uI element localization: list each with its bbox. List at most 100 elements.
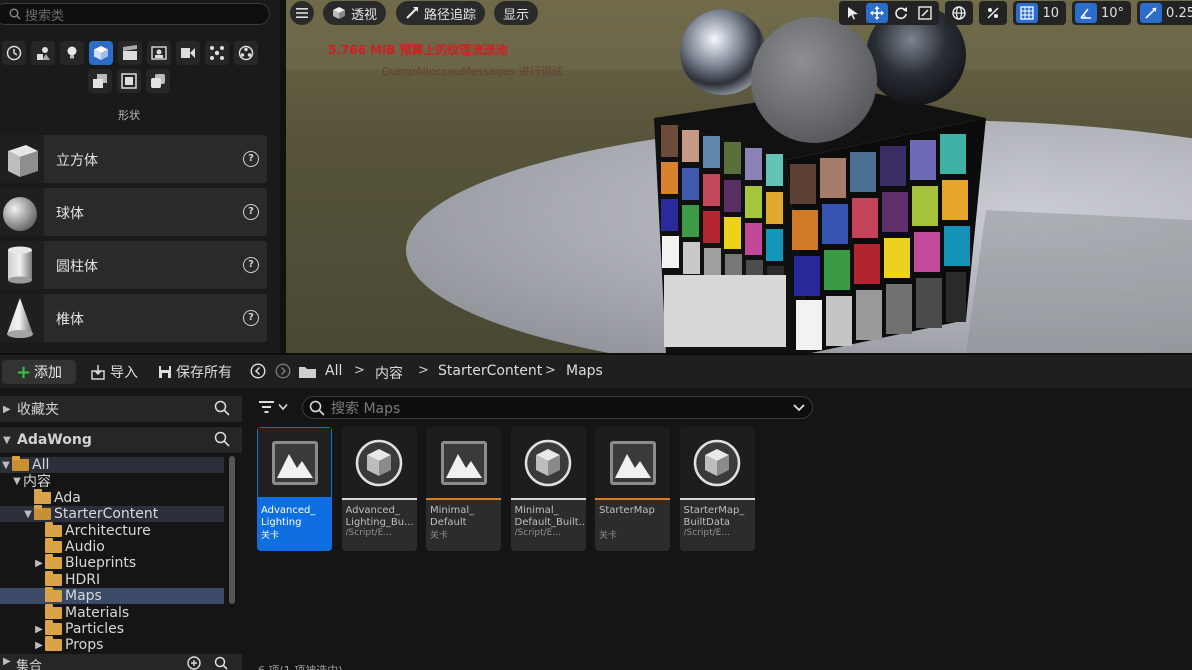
add-button[interactable]: + 添加 [2,360,76,384]
angle-snap-icon[interactable] [1075,3,1097,23]
box-icon[interactable] [88,69,112,93]
folder-open-icon [12,456,29,471]
breadcrumb-content[interactable]: 内容 [375,363,403,383]
help-icon[interactable]: ? [243,151,259,167]
cube-icon [333,7,345,19]
asset-tile-builtdata[interactable]: Advanced_ Lighting_Bu.../Script/E... [341,427,417,551]
help-icon[interactable]: ? [243,204,259,220]
tree-folder-props[interactable]: ▶ Props [0,636,224,653]
import-button[interactable]: 导入 [90,362,138,382]
asset-type-label: /Script/E... [514,528,561,538]
show-button[interactable]: 显示 [494,1,539,25]
volume-icon[interactable] [176,41,200,65]
chevron-right-icon[interactable]: ▶ [33,640,45,651]
scale-icon[interactable] [914,3,936,23]
search-icon[interactable] [214,431,230,447]
tree-scrollbar[interactable] [229,456,235,604]
chevron-down-icon[interactable]: ▼ [22,509,34,520]
place-actors-search-placeholder: 搜索类 [25,8,65,24]
basic-icon[interactable] [31,41,55,65]
level-map-icon [440,440,487,485]
scale-snap-icon[interactable] [1140,3,1163,23]
chevron-right-icon[interactable]: ▶ [33,558,45,569]
surface-snap-icon[interactable] [982,3,1004,23]
tree-folder-blueprints[interactable]: ▶ Blueprints [0,554,224,571]
visual-effects-icon[interactable] [147,41,171,65]
forward-arrow-icon [275,363,291,379]
brush-icon[interactable] [117,69,141,93]
shape-item-cone[interactable]: 椎体 ? [0,294,267,342]
shape-icon[interactable] [89,41,113,65]
favorites-header[interactable]: ▶ 收藏夹 [0,396,242,422]
asset-name: StarterMap [599,505,655,516]
breadcrumb-maps[interactable]: Maps [566,363,603,379]
tree-folder-architecture[interactable]: Architecture [0,521,224,539]
all-classes-icon[interactable] [205,41,229,65]
search-icon[interactable] [214,656,228,670]
project-label: AdaWong [17,432,92,448]
recent-icon[interactable] [2,41,26,65]
chevron-right-icon[interactable]: > [545,363,556,378]
cylinder-thumbnail [0,241,44,289]
perspective-button[interactable]: 透视 [323,1,387,25]
collections-header[interactable]: ▶ 集合 [0,654,242,670]
pathtracing-button[interactable]: 路径追踪 [396,1,486,25]
add-collection-icon[interactable] [187,656,201,670]
geometry-icon[interactable] [234,41,258,65]
light-icon[interactable] [60,41,84,65]
chevron-down-icon[interactable] [792,400,806,414]
asset-tile-level[interactable]: Minimal_ Default 关卡 [426,427,501,551]
filter-button[interactable] [259,400,288,414]
grid-snap-value[interactable]: 10 [1040,6,1063,21]
tree-folder-label: HDRI [65,571,101,588]
shape-item-cube[interactable]: 立方体 ? [0,135,267,183]
asset-tile-level[interactable]: Advanced_ Lighting 关卡 [257,427,332,551]
shape-item-label: 球体 [56,206,84,222]
chevron-down-icon[interactable]: ▼ [0,460,12,471]
chevron-right-icon[interactable]: ▶ [33,624,45,635]
cone-thumbnail [0,294,44,342]
chevron-down-icon[interactable]: ▼ [11,476,23,487]
chevron-right-icon[interactable]: > [354,363,365,378]
translate-icon[interactable] [866,3,889,23]
level-viewport[interactable]: 透视 路径追踪 显示 10 10° 0.25 5.766 MiB 预算上的纹理流… [286,0,1192,353]
save-all-button[interactable]: 保存所有 [158,362,232,382]
history-forward-button[interactable] [275,363,291,379]
tree-folder-maps[interactable]: Maps [0,587,224,605]
folder-root-icon[interactable] [299,365,316,378]
tree-folder-ada[interactable]: Ada [0,488,224,506]
globe-icon[interactable] [948,3,970,23]
project-header[interactable]: ▼ AdaWong [0,427,242,453]
rotate-snap-value[interactable]: 10° [1099,6,1128,21]
asset-search-input[interactable]: 搜索 Maps [302,396,813,419]
tree-folder-startercontent[interactable]: ▼ StarterContent [0,505,224,523]
tree-folder-particles[interactable]: ▶ Particles [0,620,224,637]
asset-tile-builtdata[interactable]: Minimal_ Default_Built.../Script/E... [510,427,586,551]
tree-folder-materials[interactable]: Materials [0,603,224,621]
folder-icon [45,554,62,570]
asset-type-label: 关卡 [599,531,618,541]
help-icon[interactable]: ? [243,310,259,326]
asset-tile-level[interactable]: StarterMap 关卡 [595,427,670,551]
search-icon[interactable] [214,400,230,416]
viewport-menu-button[interactable] [290,1,314,25]
breadcrumb-all[interactable]: All [325,363,342,379]
shape-item-cylinder[interactable]: 圆柱体 ? [0,241,267,289]
help-icon[interactable]: ? [243,257,259,273]
cinematic-icon[interactable] [118,41,142,65]
chevron-right-icon[interactable]: > [418,363,429,378]
tree-folder-hdri[interactable]: HDRI [0,570,224,588]
grid-snap-icon[interactable] [1016,3,1039,23]
history-back-button[interactable] [250,363,266,379]
sources-panel: ▶ 收藏夹 ▼ AdaWong ▼ All ▼ 内容 Ada ▼ StarterConten… [0,390,242,670]
tree-folder--[interactable]: ▼ 内容 [0,473,224,490]
asset-tile-builtdata[interactable]: StarterMap_ BuiltData/Script/E... [679,427,755,551]
select-icon[interactable] [842,3,864,23]
scale-snap-value[interactable]: 0.25 [1164,6,1192,21]
misc-icon[interactable] [146,69,170,93]
rotate-icon[interactable] [890,3,912,23]
shape-item-sphere[interactable]: 球体 ? [0,188,267,236]
place-actors-search-input[interactable]: 搜索类 [0,3,270,25]
tree-folder-audio[interactable]: Audio [0,538,224,555]
breadcrumb-startercontent[interactable]: StarterContent [438,363,542,379]
